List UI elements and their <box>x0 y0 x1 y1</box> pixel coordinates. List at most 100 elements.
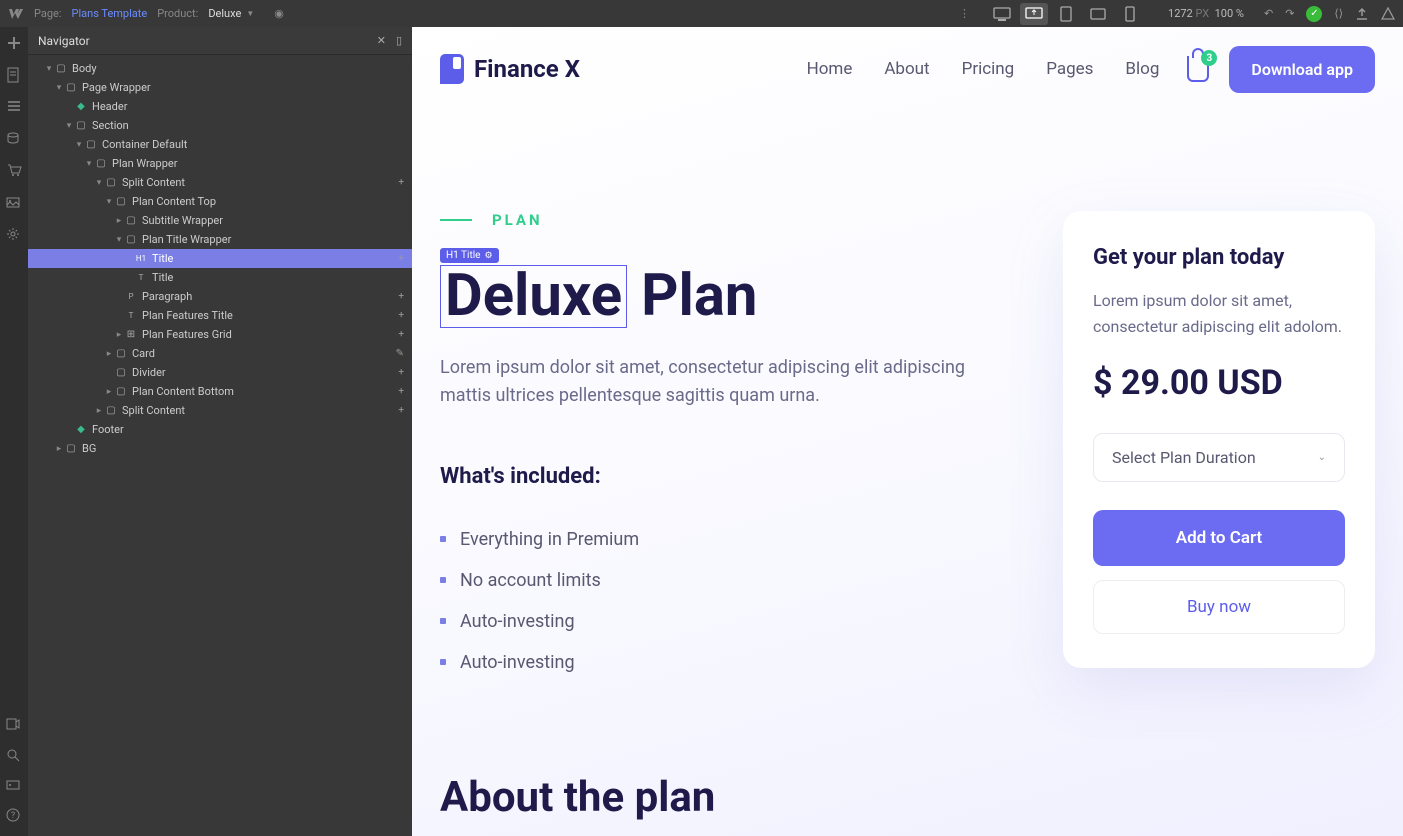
tree-row[interactable]: H1Title+ <box>28 249 412 268</box>
tree-toggle-icon[interactable]: ▸ <box>114 216 124 226</box>
code-icon[interactable]: ⟨⟩ <box>1334 7 1343 20</box>
help-icon[interactable]: ? <box>6 808 22 824</box>
feature-item[interactable]: Auto-investing <box>440 642 1003 683</box>
plan-card: Get your plan today Lorem ipsum dolor si… <box>1063 211 1375 668</box>
status-ok-icon[interactable]: ✓ <box>1306 6 1322 22</box>
duration-select[interactable]: Select Plan Duration ⌄ <box>1093 433 1345 482</box>
tree-row[interactable]: ▾▢Section <box>28 116 412 135</box>
tree-row[interactable]: ▾▢Body <box>28 59 412 78</box>
feature-item[interactable]: Auto-investing <box>440 601 1003 642</box>
more-icon[interactable]: ⋮ <box>959 7 970 20</box>
nav-link[interactable]: About <box>884 59 929 79</box>
tree-row[interactable]: ▸▢Subtitle Wrapper <box>28 211 412 230</box>
tree-indicator-icon[interactable]: + <box>398 367 404 378</box>
tree-row[interactable]: ▾▢Container Default <box>28 135 412 154</box>
add-element-icon[interactable] <box>6 35 22 51</box>
feature-item[interactable]: Everything in Premium <box>440 519 1003 560</box>
tree-row[interactable]: ▾▢Plan Title Wrapper <box>28 230 412 249</box>
tree-indicator-icon[interactable]: + <box>398 253 404 264</box>
feature-item[interactable]: No account limits <box>440 560 1003 601</box>
included-title[interactable]: What's included: <box>440 464 1003 489</box>
tree-row[interactable]: ▾▢Plan Wrapper <box>28 154 412 173</box>
cart-button[interactable]: 3 <box>1187 56 1209 82</box>
tree-toggle-icon[interactable]: ▾ <box>74 140 84 150</box>
tree-row[interactable]: ▾▢Split Content+ <box>28 173 412 192</box>
tree-indicator-icon[interactable]: + <box>398 310 404 321</box>
plan-description[interactable]: Lorem ipsum dolor sit amet, consectetur … <box>440 354 980 410</box>
nav-link[interactable]: Pages <box>1046 59 1093 79</box>
breakpoint-tablet[interactable] <box>1052 3 1080 25</box>
tree-row[interactable]: TPlan Features Title+ <box>28 306 412 325</box>
gear-icon[interactable]: ⚙ <box>484 251 492 261</box>
product-dropdown[interactable]: Deluxe ▼ <box>208 7 254 20</box>
navigator-icon[interactable] <box>6 99 22 115</box>
tree-row[interactable]: ▸▢Card✎ <box>28 344 412 363</box>
tree-row[interactable]: ▢Divider+ <box>28 363 412 382</box>
nav-link[interactable]: Pricing <box>962 59 1015 79</box>
tree-row[interactable]: ▾▢Page Wrapper <box>28 78 412 97</box>
tree-toggle-icon[interactable]: ▸ <box>54 444 64 454</box>
download-app-button[interactable]: Download app <box>1229 46 1375 93</box>
preview-icon[interactable]: ◉ <box>274 7 284 20</box>
navigator-pin-icon[interactable]: ▯ <box>396 34 402 47</box>
tree-toggle-icon[interactable]: ▾ <box>54 83 64 93</box>
tree-toggle-icon[interactable]: ▾ <box>84 159 94 169</box>
tree-toggle-icon[interactable]: ▸ <box>114 330 124 340</box>
tree-toggle-icon[interactable]: ▾ <box>94 178 104 188</box>
tree-toggle-icon[interactable]: ▾ <box>44 64 54 74</box>
nav-link[interactable]: Blog <box>1125 59 1159 79</box>
tree-indicator-icon[interactable]: + <box>398 291 404 302</box>
site-logo[interactable]: Finance X <box>440 54 580 84</box>
tree-toggle-icon[interactable]: ▾ <box>114 235 124 245</box>
export-icon[interactable] <box>1355 7 1369 21</box>
nav-link[interactable]: Home <box>807 59 853 79</box>
tree-row[interactable]: ▸⊞Plan Features Grid+ <box>28 325 412 344</box>
tree-indicator-icon[interactable]: + <box>398 405 404 416</box>
plan-title-suffix[interactable]: Plan <box>641 266 757 327</box>
breakpoint-desktop[interactable] <box>988 3 1016 25</box>
element-badge[interactable]: H1 Title ⚙ <box>440 248 499 263</box>
tree-indicator-icon[interactable]: + <box>398 386 404 397</box>
tree-row[interactable]: ▸▢BG <box>28 439 412 458</box>
audit-rail-icon[interactable] <box>6 778 22 794</box>
page-name[interactable]: Plans Template <box>72 7 148 20</box>
add-to-cart-button[interactable]: Add to Cart <box>1093 510 1345 566</box>
about-title[interactable]: About the plan <box>440 773 1003 822</box>
tree-indicator-icon[interactable]: + <box>398 177 404 188</box>
tree-row[interactable]: TTitle <box>28 268 412 287</box>
breakpoint-mobile[interactable] <box>1116 3 1144 25</box>
plan-title-selected[interactable]: Deluxe <box>440 265 627 328</box>
tree-row[interactable]: PParagraph+ <box>28 287 412 306</box>
pages-icon[interactable] <box>6 67 22 83</box>
tree-toggle-icon[interactable]: ▾ <box>64 121 74 131</box>
canvas-width[interactable]: 1272 <box>1168 7 1193 20</box>
tree-toggle-icon[interactable]: ▸ <box>94 406 104 416</box>
tree-toggle-icon[interactable]: ▸ <box>104 349 114 359</box>
undo-icon[interactable]: ↶ <box>1264 7 1273 20</box>
tree-row[interactable]: ◆Header <box>28 97 412 116</box>
video-icon[interactable] <box>6 718 22 734</box>
search-icon[interactable] <box>6 748 22 764</box>
tree-row[interactable]: ◆Footer <box>28 420 412 439</box>
tree-indicator-icon[interactable]: + <box>398 329 404 340</box>
tree-indicator-icon[interactable]: ✎ <box>396 348 404 359</box>
box-icon: ▢ <box>114 348 128 359</box>
settings-icon[interactable] <box>6 227 22 243</box>
cms-icon[interactable] <box>6 131 22 147</box>
tree-toggle-icon[interactable]: ▸ <box>104 387 114 397</box>
tree-row[interactable]: ▸▢Split Content+ <box>28 401 412 420</box>
navigator-close-icon[interactable]: ✕ <box>377 34 386 47</box>
buy-now-button[interactable]: Buy now <box>1093 580 1345 634</box>
redo-icon[interactable]: ↷ <box>1285 7 1294 20</box>
breakpoint-base[interactable] <box>1020 3 1048 25</box>
breakpoint-mobile-landscape[interactable] <box>1084 3 1112 25</box>
tree-toggle-icon[interactable]: ▾ <box>104 197 114 207</box>
audit-icon[interactable] <box>1381 7 1395 21</box>
zoom-level[interactable]: 100 % <box>1215 7 1244 20</box>
canvas[interactable]: Finance X Home About Pricing Pages Blog 3 Do… <box>412 27 1403 836</box>
tree-row[interactable]: ▾▢Plan Content Top <box>28 192 412 211</box>
tree-row[interactable]: ▸▢Plan Content Bottom+ <box>28 382 412 401</box>
ecommerce-icon[interactable] <box>6 163 22 179</box>
webflow-logo-icon[interactable] <box>8 6 24 22</box>
assets-icon[interactable] <box>6 195 22 211</box>
